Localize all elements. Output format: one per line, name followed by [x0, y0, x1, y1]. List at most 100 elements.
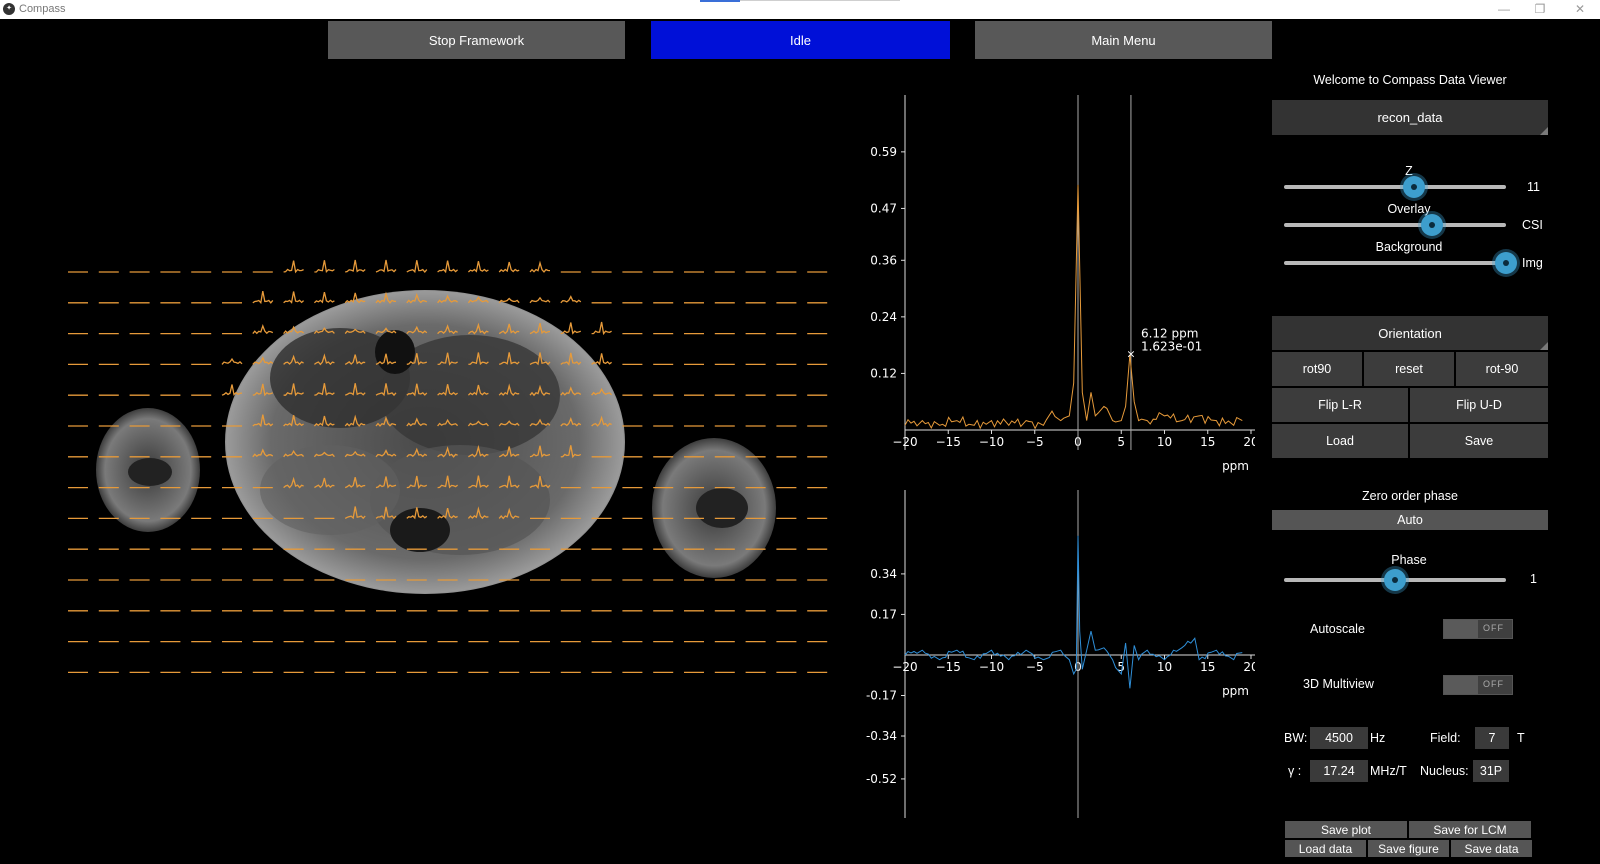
rot90-button[interactable]: rot90 — [1272, 352, 1362, 386]
x-tick-label: −20 — [892, 660, 917, 674]
reset-button[interactable]: reset — [1364, 352, 1454, 386]
x-tick-label: −15 — [936, 435, 961, 449]
orientation-header[interactable]: Orientation — [1272, 316, 1548, 350]
load-orientation-button[interactable]: Load — [1272, 424, 1408, 458]
x-tick-label: 10 — [1157, 660, 1172, 674]
x-tick-label: 20 — [1243, 660, 1255, 674]
csi-image-view[interactable] — [0, 60, 850, 864]
rot-minus90-button[interactable]: rot-90 — [1456, 352, 1548, 386]
x-tick-label: 15 — [1200, 435, 1215, 449]
multiview-label: 3D Multiview — [1303, 677, 1374, 691]
dropdown-corner-icon — [1540, 127, 1548, 135]
csi-voxel-trace — [560, 295, 582, 304]
field-input[interactable]: 7 — [1475, 727, 1509, 749]
multiview-toggle[interactable]: OFF — [1443, 675, 1513, 695]
peak-marker-icon: × — [1126, 347, 1135, 360]
z-slider-thumb[interactable] — [1403, 176, 1425, 198]
y-tick-label: -0.52 — [866, 772, 897, 786]
x-tick-label: −10 — [979, 660, 1004, 674]
y-tick-label: 0.34 — [870, 567, 897, 581]
stop-framework-button[interactable]: Stop Framework — [328, 21, 625, 59]
csi-voxel-trace — [529, 296, 551, 304]
x-tick-label: −5 — [1026, 660, 1044, 674]
csi-voxel-trace — [345, 259, 366, 273]
csi-voxel-trace — [313, 291, 335, 304]
background-value: Img — [1522, 256, 1543, 270]
y-tick-label: 0.24 — [870, 310, 897, 324]
y-tick-label: 0.47 — [870, 201, 897, 215]
bw-input[interactable]: 4500 — [1310, 727, 1368, 749]
x-axis-label: ppm — [1222, 459, 1249, 473]
x-tick-label: 20 — [1243, 435, 1255, 449]
csi-voxel-trace — [467, 261, 489, 273]
phase-slider-label: Phase — [1391, 553, 1427, 567]
mri-background-image — [96, 290, 776, 594]
close-icon[interactable]: ✕ — [1565, 0, 1595, 19]
titlebar-accent — [700, 0, 740, 2]
background-slider-track[interactable] — [1284, 261, 1506, 265]
save-for-lcm-button[interactable]: Save for LCM — [1409, 821, 1531, 838]
x-tick-label: −5 — [1026, 435, 1044, 449]
background-slider-label: Background — [1375, 240, 1443, 254]
save-data-button[interactable]: Save data — [1451, 840, 1532, 857]
autoscale-state: OFF — [1483, 623, 1504, 633]
auto-phase-button[interactable]: Auto — [1272, 510, 1548, 530]
peak-annotation-value: 1.623e-01 — [1141, 339, 1202, 353]
y-tick-label: 0.36 — [870, 253, 897, 267]
gamma-label: γ : — [1288, 764, 1302, 778]
status-indicator: Idle — [651, 21, 950, 59]
csi-voxel-trace — [252, 290, 274, 305]
csi-voxel-trace — [375, 259, 397, 273]
phase-value: 1 — [1530, 572, 1537, 586]
autoscale-toggle-knob — [1444, 620, 1478, 638]
maximize-icon[interactable]: ❐ — [1525, 0, 1555, 19]
autoscale-toggle[interactable]: OFF — [1443, 619, 1513, 639]
z-slider-track[interactable] — [1284, 185, 1506, 189]
overlay-value: CSI — [1522, 218, 1543, 232]
compass-app-icon: ✦ — [3, 3, 15, 15]
csi-voxel-trace — [283, 291, 305, 304]
autoscale-label: Autoscale — [1310, 622, 1365, 636]
csi-voxel-trace — [221, 357, 243, 365]
x-axis-label: ppm — [1222, 684, 1249, 698]
peak-annotation-ppm: 6.12 ppm — [1141, 326, 1198, 340]
y-tick-label: -0.17 — [866, 688, 897, 702]
csi-voxel-trace — [591, 353, 612, 366]
save-plot-button[interactable]: Save plot — [1285, 821, 1407, 838]
overlay-slider-track[interactable] — [1284, 223, 1506, 227]
field-label: Field: — [1430, 731, 1461, 745]
nucleus-label: Nucleus: — [1420, 764, 1469, 778]
save-figure-button[interactable]: Save figure — [1368, 840, 1449, 857]
csi-voxel-trace — [437, 260, 459, 274]
overlay-slider-thumb[interactable] — [1421, 214, 1443, 236]
load-data-button[interactable]: Load data — [1285, 840, 1366, 857]
phase-slider-thumb[interactable] — [1384, 569, 1406, 591]
csi-voxel-trace — [498, 261, 520, 273]
window-titlebar: ✦ Compass — ❐ ✕ — [0, 0, 1600, 19]
orientation-label: Orientation — [1378, 325, 1442, 341]
save-orientation-button[interactable]: Save — [1410, 424, 1548, 458]
spectrum-plot-bottom[interactable]: −20−15−10−505101520-0.52-0.34-0.170.170.… — [855, 490, 1255, 830]
csi-voxel-trace — [406, 260, 428, 274]
csi-voxel-trace — [591, 321, 612, 336]
y-tick-label: 0.17 — [870, 607, 897, 621]
flip-lr-button[interactable]: Flip L-R — [1272, 388, 1408, 422]
flip-ud-button[interactable]: Flip U-D — [1410, 388, 1548, 422]
x-tick-label: −20 — [892, 435, 917, 449]
spectrum-plot-top[interactable]: −20−15−10−5051015200.120.240.360.470.59p… — [855, 95, 1255, 485]
window-title: Compass — [19, 3, 66, 15]
dataset-dropdown[interactable]: recon_data — [1272, 100, 1548, 135]
x-tick-label: 10 — [1157, 435, 1172, 449]
dataset-label: recon_data — [1377, 110, 1443, 125]
zero-order-phase-label: Zero order phase — [1362, 489, 1458, 503]
z-value: 11 — [1527, 180, 1540, 194]
csi-voxel-trace — [283, 260, 304, 274]
gamma-input[interactable]: 17.24 — [1310, 760, 1368, 782]
minimize-icon[interactable]: — — [1489, 0, 1519, 19]
csi-voxel-trace — [314, 260, 335, 274]
main-menu-button[interactable]: Main Menu — [975, 21, 1272, 59]
background-slider-thumb[interactable] — [1495, 252, 1517, 274]
nucleus-input[interactable]: 31P — [1473, 760, 1509, 782]
bw-label: BW: — [1284, 731, 1308, 745]
multiview-toggle-knob — [1444, 676, 1478, 694]
